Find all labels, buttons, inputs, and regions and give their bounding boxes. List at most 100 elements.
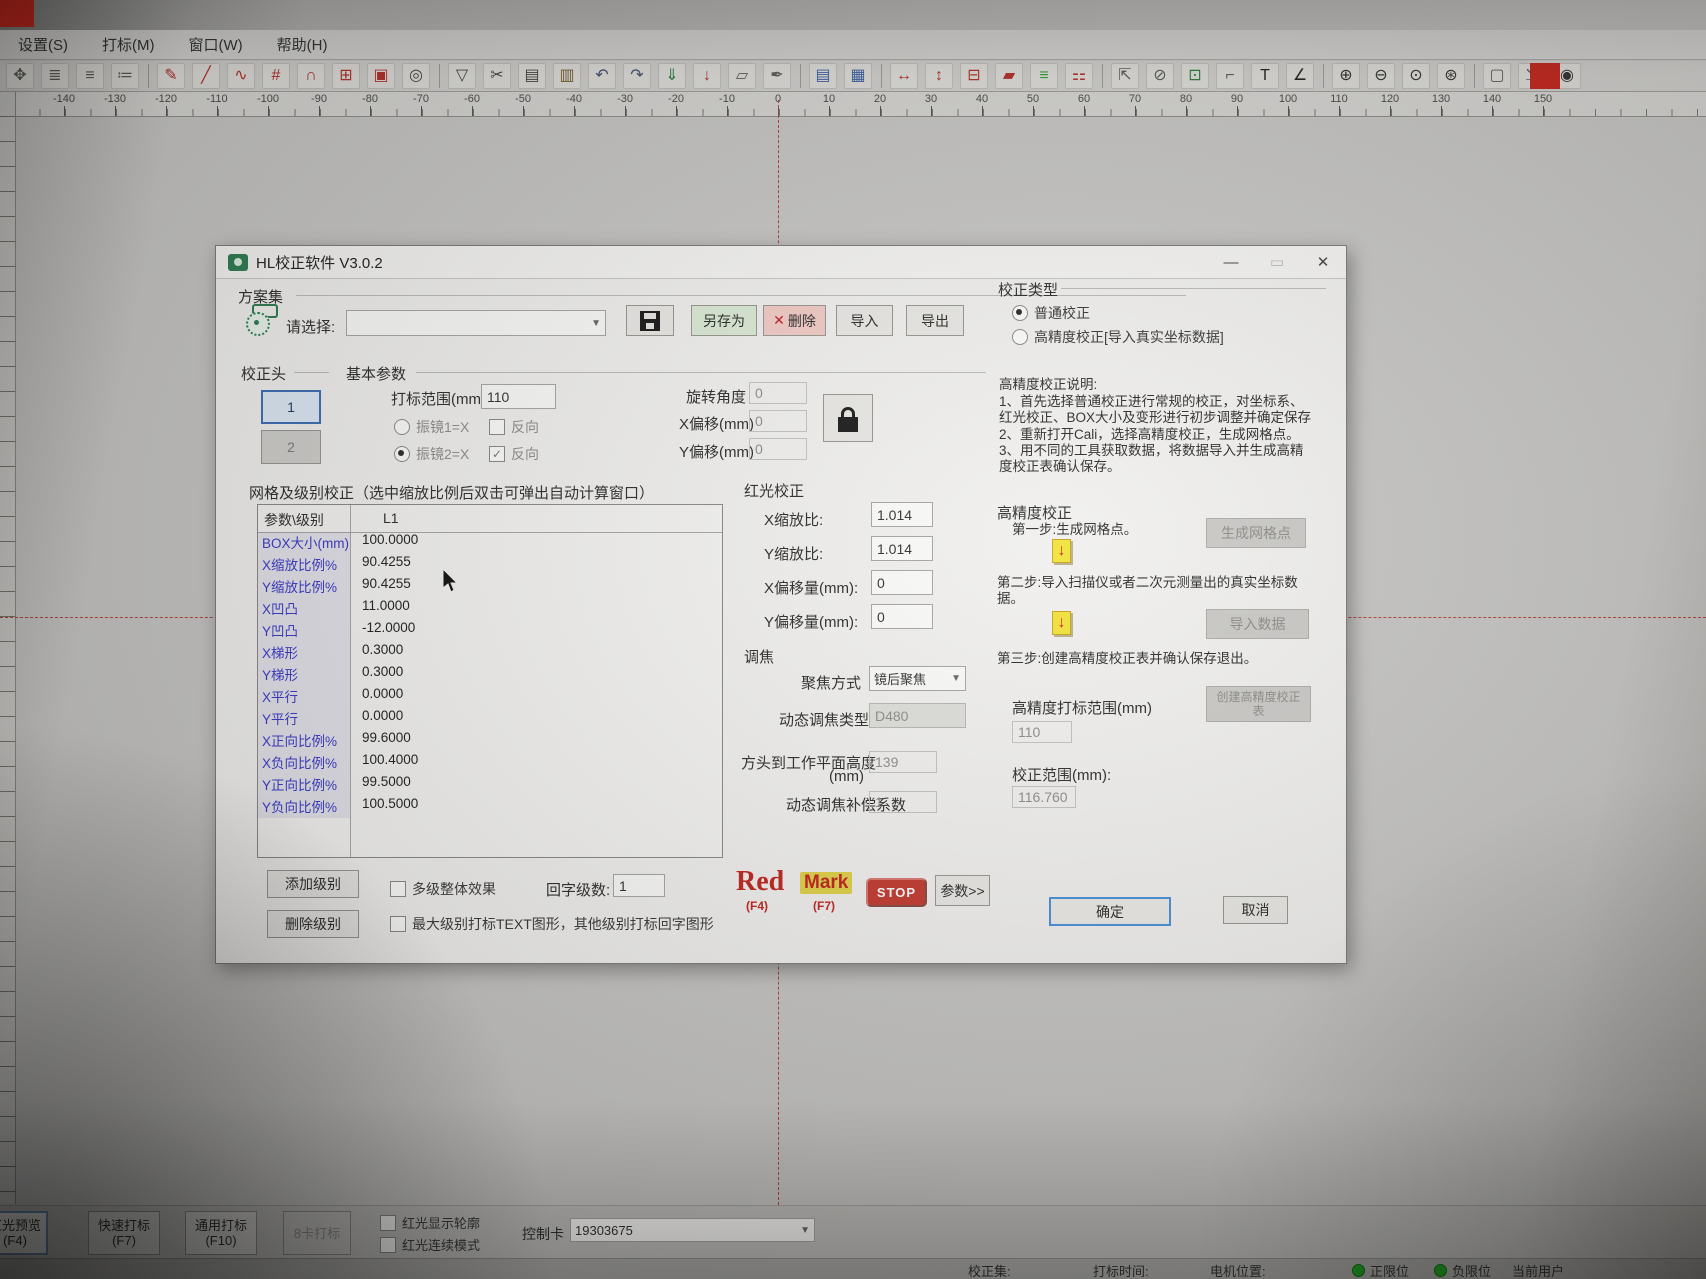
redo-icon[interactable]: ↷ xyxy=(623,63,651,89)
move-icon[interactable]: ⇱ xyxy=(1111,63,1139,89)
close-button[interactable]: ✕ xyxy=(1300,246,1346,278)
minimize-button[interactable]: — xyxy=(1208,246,1254,278)
params-button[interactable]: 参数>> xyxy=(935,875,990,906)
cancel-button[interactable]: 取消 xyxy=(1223,896,1288,924)
param-value-cell[interactable]: -12.0000 xyxy=(350,620,415,642)
normal-calib-radio[interactable]: 普通校正 xyxy=(1012,303,1090,323)
head-1-button[interactable]: 1 xyxy=(261,390,321,424)
menu-item[interactable]: 打标(M) xyxy=(102,34,155,55)
lock-button[interactable] xyxy=(823,394,873,442)
param-label[interactable]: Y正向比例% xyxy=(258,774,350,796)
param-label[interactable]: Y负向比例% xyxy=(258,796,350,818)
paste-icon[interactable]: ▥ xyxy=(553,63,581,89)
generate-grid-button[interactable]: 生成网格点 xyxy=(1206,518,1306,548)
loop-count-input[interactable]: 1 xyxy=(613,874,665,897)
taskbar-button-1[interactable]: 红光预览(F4) xyxy=(0,1211,48,1255)
measure-icon[interactable]: ⊡ xyxy=(1181,63,1209,89)
draw-arc-icon[interactable]: ∩ xyxy=(297,63,325,89)
param-value-cell[interactable]: 99.5000 xyxy=(350,774,411,796)
galvo1-radio[interactable]: 振镜1=X xyxy=(394,417,469,437)
param-value-cell[interactable]: 90.4255 xyxy=(350,554,411,576)
angle-tool-icon[interactable]: ∠ xyxy=(1286,63,1314,89)
signature-icon[interactable]: ✒ xyxy=(763,63,791,89)
taskbar-checkbox-1[interactable]: 红光显示轮廓 xyxy=(380,1213,480,1232)
taskbar-button-4[interactable]: 8卡打标 xyxy=(283,1211,351,1255)
delete-button[interactable]: ✕ 删除 xyxy=(763,305,826,336)
draw-curve-icon[interactable]: ∿ xyxy=(227,63,255,89)
dim-horizontal-icon[interactable]: ↔ xyxy=(890,63,918,89)
fill-icon[interactable]: ▰ xyxy=(995,63,1023,89)
param-label[interactable]: Y梯形 xyxy=(258,664,350,686)
save-button[interactable] xyxy=(626,305,674,336)
eraser-icon[interactable]: ▱ xyxy=(728,63,756,89)
head-2-button[interactable]: 2 xyxy=(261,430,321,464)
scheme-select-combo[interactable]: ▼ xyxy=(346,310,606,336)
cascade-window-icon[interactable]: ▦ xyxy=(844,63,872,89)
stop-button[interactable]: STOP xyxy=(866,878,927,907)
import-data-button[interactable]: 导入数据 xyxy=(1206,609,1309,639)
param-value-cell[interactable]: 0.0000 xyxy=(350,686,403,708)
create-hp-table-button[interactable]: 创建高精度校正表 xyxy=(1206,686,1311,722)
control-card-combo[interactable]: 19303675 ▼ xyxy=(570,1218,815,1242)
tile-window-icon[interactable]: ▤ xyxy=(809,63,837,89)
menu-item[interactable]: 窗口(W) xyxy=(189,34,243,55)
download-icon[interactable]: ↓ xyxy=(693,63,721,89)
multi-level-checkbox[interactable]: 多级整体效果 xyxy=(390,879,496,899)
invert1-checkbox[interactable]: 反向 xyxy=(489,417,539,437)
delete-level-button[interactable]: 删除级别 xyxy=(267,910,359,938)
import-file-icon[interactable]: ⇓ xyxy=(658,63,686,89)
zoom-out-icon[interactable]: ⊖ xyxy=(1367,63,1395,89)
param-label[interactable]: X凹凸 xyxy=(258,598,350,620)
import-button[interactable]: 导入 xyxy=(836,305,893,336)
galvo2-radio[interactable]: 振镜2=X xyxy=(394,444,469,464)
param-label[interactable]: X正向比例% xyxy=(258,730,350,752)
param-value-cell[interactable]: 100.4000 xyxy=(350,752,418,774)
grid-icon[interactable]: ⊞ xyxy=(332,63,360,89)
param-value-cell[interactable]: 11.0000 xyxy=(350,598,410,620)
ok-button[interactable]: 确定 xyxy=(1049,897,1171,926)
barcode-icon[interactable]: # xyxy=(262,63,290,89)
dim-vertical-icon[interactable]: ↕ xyxy=(925,63,953,89)
align-right-icon[interactable]: ≔ xyxy=(111,63,139,89)
layers-icon[interactable]: ≡ xyxy=(1030,63,1058,89)
text-tool-icon[interactable]: T xyxy=(1251,63,1279,89)
param-label[interactable]: Y平行 xyxy=(258,708,350,730)
draw-point-icon[interactable]: ✎ xyxy=(157,63,185,89)
save-as-button[interactable]: 另存为 xyxy=(691,305,757,336)
filter-funnel-icon[interactable]: ▽ xyxy=(448,63,476,89)
corner-ruler-icon[interactable]: ⌐ xyxy=(1216,63,1244,89)
y-off-input[interactable]: 0 xyxy=(871,604,933,629)
undo-icon[interactable]: ↶ xyxy=(588,63,616,89)
blank-page-icon[interactable]: ▢ xyxy=(1483,63,1511,89)
x-off-input[interactable]: 0 xyxy=(871,570,933,595)
max-level-checkbox[interactable]: 最大级别打标TEXT图形，其他级别打标回字图形 xyxy=(390,914,714,934)
y-scale-input[interactable]: 1.014 xyxy=(871,536,933,561)
menu-item[interactable]: 帮助(H) xyxy=(277,34,328,55)
red-preview-button[interactable]: Red xyxy=(736,866,784,898)
param-value-cell[interactable]: 0.3000 xyxy=(350,664,403,686)
align-left-icon[interactable]: ≣ xyxy=(41,63,69,89)
shape-copy-icon[interactable]: ▣ xyxy=(367,63,395,89)
zoom-1to1-icon[interactable]: ⊙ xyxy=(1402,63,1430,89)
param-label[interactable]: Y凹凸 xyxy=(258,620,350,642)
param-value-cell[interactable]: 0.3000 xyxy=(350,642,403,664)
export-button[interactable]: 导出 xyxy=(906,305,964,336)
taskbar-button-2[interactable]: 快速打标(F7) xyxy=(88,1211,160,1255)
select-pointer-icon[interactable]: ✥ xyxy=(6,63,34,89)
no-entry-icon[interactable]: ⊘ xyxy=(1146,63,1174,89)
taskbar-button-3[interactable]: 通用打标(F10) xyxy=(185,1211,257,1255)
param-label[interactable]: X梯形 xyxy=(258,642,350,664)
node-edit-icon[interactable]: ⊟ xyxy=(960,63,988,89)
mark-range-input[interactable]: 110 xyxy=(481,384,556,409)
param-label[interactable]: Y缩放比例% xyxy=(258,576,350,598)
param-label[interactable]: X缩放比例% xyxy=(258,554,350,576)
align-center-icon[interactable]: ≡ xyxy=(76,63,104,89)
menu-item[interactable]: 设置(S) xyxy=(18,34,68,55)
x-scale-input[interactable]: 1.014 xyxy=(871,502,933,527)
draw-line-icon[interactable]: ╱ xyxy=(192,63,220,89)
taskbar-checkbox-2[interactable]: 红光连续模式 xyxy=(380,1235,480,1254)
add-level-button[interactable]: 添加级别 xyxy=(267,870,359,898)
zoom-in-icon[interactable]: ⊕ xyxy=(1332,63,1360,89)
list-icon[interactable]: ⚏ xyxy=(1065,63,1093,89)
param-label[interactable]: X负向比例% xyxy=(258,752,350,774)
